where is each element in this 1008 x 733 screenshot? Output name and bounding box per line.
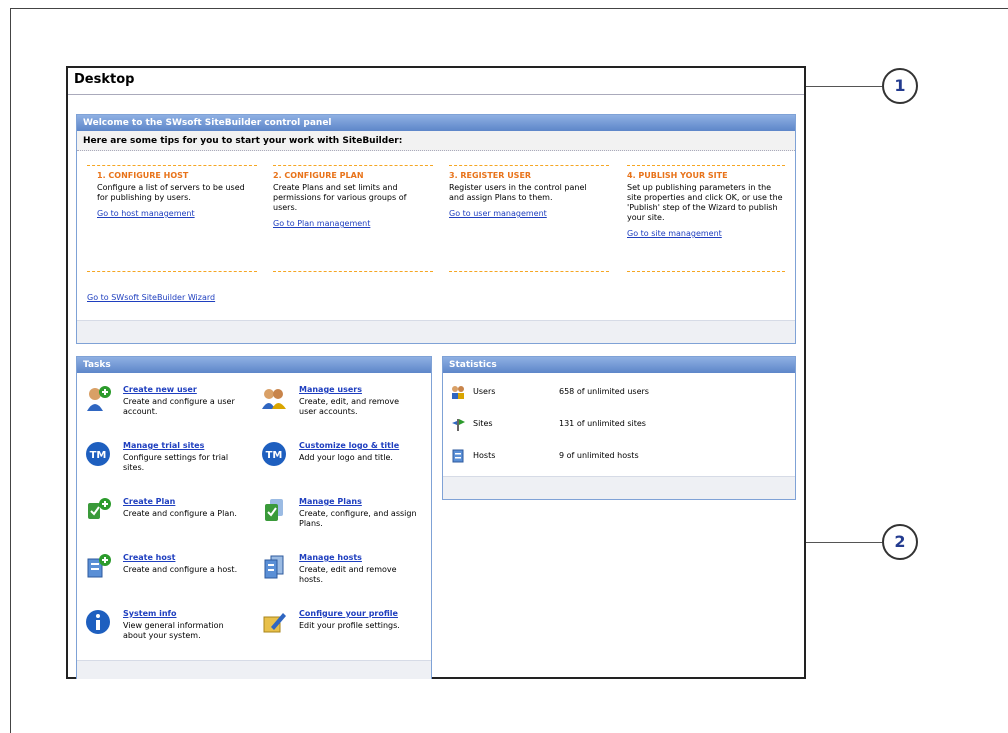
users-icon (452, 386, 464, 399)
task-desc: Add your logo and title. (299, 453, 393, 462)
create-plan-task[interactable]: Create Plan Create and configure a Plan. (85, 497, 255, 543)
welcome-panel-footer (77, 320, 795, 343)
statistics-panel-header: Statistics (443, 357, 795, 373)
tm-icon: TM (262, 442, 286, 466)
callout-1: 1 (882, 68, 918, 104)
desktop-frame: Desktop Welcome to the SWsoft SiteBuilde… (66, 66, 806, 679)
title-divider (68, 94, 804, 95)
stat-label: Sites (473, 419, 493, 428)
host-add-icon (87, 554, 111, 578)
stat-value: 9 of unlimited hosts (559, 451, 639, 460)
create-host-task[interactable]: Create host Create and configure a host. (85, 553, 255, 599)
tip-title: 2. CONFIGURE PLAN (273, 171, 364, 180)
plan-add-icon (88, 498, 111, 519)
svg-text:TM: TM (266, 450, 283, 461)
task-title[interactable]: Create Plan (123, 497, 175, 506)
tasks-panel-header: Tasks (77, 357, 431, 373)
tip-title: 1. CONFIGURE HOST (97, 171, 189, 180)
task-desc: Create and configure a user account. (123, 397, 235, 416)
task-desc: Create, edit, and remove user accounts. (299, 397, 400, 416)
task-desc: Create, configure, and assign Plans. (299, 509, 417, 528)
task-title[interactable]: Create new user (123, 385, 197, 394)
hosts-icon (452, 449, 464, 463)
stat-label: Hosts (473, 451, 496, 460)
task-desc: Edit your profile settings. (299, 621, 400, 630)
task-title[interactable]: Manage trial sites (123, 441, 204, 450)
host-management-link[interactable]: Go to host management (97, 209, 257, 218)
task-desc: View general information about your syst… (123, 621, 224, 640)
stat-row-users: Users 658 of unlimited users (451, 385, 781, 401)
stat-value: 658 of unlimited users (559, 387, 649, 396)
tm-icon: TM (86, 442, 110, 466)
tip-text: Create Plans and set limits and permissi… (273, 183, 407, 212)
tasks-panel-footer (77, 660, 431, 679)
page-title: Desktop (74, 72, 135, 87)
task-desc: Create, edit and remove hosts. (299, 565, 397, 584)
tip-text: Set up publishing parameters in the site… (627, 183, 783, 222)
svg-text:TM: TM (90, 450, 107, 461)
sites-icon (452, 419, 465, 431)
plans-icon (265, 499, 283, 521)
tips-divider-bottom (627, 271, 785, 272)
tips-divider-bottom (449, 271, 609, 272)
tips-subheader: Here are some tips for you to start your… (77, 131, 795, 151)
welcome-panel: Welcome to the SWsoft SiteBuilder contro… (76, 114, 796, 344)
tip-title: 4. PUBLISH YOUR SITE (627, 171, 728, 180)
tasks-panel: Tasks Create new user Create and configu… (76, 356, 432, 679)
callout-2: 2 (882, 524, 918, 560)
manage-trial-sites-task[interactable]: TM Manage trial sites Configure settings… (85, 441, 255, 487)
outer-frame-left (10, 8, 11, 733)
plan-management-link[interactable]: Go to Plan management (273, 219, 433, 228)
user-management-link[interactable]: Go to user management (449, 209, 609, 218)
manage-hosts-task[interactable]: Manage hosts Create, edit and remove hos… (261, 553, 431, 599)
info-icon (86, 610, 110, 634)
tips-divider-bottom (87, 271, 257, 272)
task-title[interactable]: Manage hosts (299, 553, 362, 562)
system-info-task[interactable]: System info View general information abo… (85, 609, 255, 655)
customize-logo-task[interactable]: TM Customize logo & title Add your logo … (261, 441, 431, 487)
tips-divider-bottom (273, 271, 433, 272)
tip-title: 3. REGISTER USER (449, 171, 532, 180)
statistics-panel-footer (443, 476, 795, 499)
tip-step-2: 2. CONFIGURE PLAN Create Plans and set l… (273, 165, 433, 228)
tip-text: Register users in the control panel and … (449, 183, 587, 202)
stat-label: Users (473, 387, 496, 396)
sitebuilder-wizard-link[interactable]: Go to SWsoft SiteBuilder Wizard (87, 293, 215, 302)
stat-row-sites: Sites 131 of unlimited sites (451, 417, 781, 433)
configure-profile-task[interactable]: Configure your profile Edit your profile… (261, 609, 431, 655)
task-desc: Create and configure a host. (123, 565, 238, 574)
task-desc: Configure settings for trial sites. (123, 453, 229, 472)
tip-step-1: 1. CONFIGURE HOST Configure a list of se… (97, 165, 257, 218)
user-add-icon (87, 386, 111, 411)
task-title[interactable]: Manage users (299, 385, 362, 394)
task-desc: Create and configure a Plan. (123, 509, 237, 518)
tip-text: Configure a list of servers to be used f… (97, 183, 245, 202)
task-title[interactable]: Configure your profile (299, 609, 398, 618)
site-management-link[interactable]: Go to site management (627, 229, 787, 238)
stat-value: 131 of unlimited sites (559, 419, 646, 428)
statistics-panel: Statistics Users 658 of unlimited users … (442, 356, 796, 500)
outer-frame-top (10, 8, 1008, 9)
profile-edit-icon (263, 613, 286, 633)
task-title[interactable]: System info (123, 609, 177, 618)
manage-users-task[interactable]: Manage users Create, edit, and remove us… (261, 385, 431, 431)
create-new-user-task[interactable]: Create new user Create and configure a u… (85, 385, 255, 431)
hosts-icon (264, 555, 284, 579)
manage-plans-task[interactable]: Manage Plans Create, configure, and assi… (261, 497, 431, 543)
tip-step-4: 4. PUBLISH YOUR SITE Set up publishing p… (627, 165, 787, 238)
task-title[interactable]: Customize logo & title (299, 441, 399, 450)
task-title[interactable]: Create host (123, 553, 175, 562)
stat-row-hosts: Hosts 9 of unlimited hosts (451, 449, 781, 465)
users-icon (262, 389, 286, 409)
task-title[interactable]: Manage Plans (299, 497, 362, 506)
welcome-panel-header: Welcome to the SWsoft SiteBuilder contro… (77, 115, 795, 131)
tip-step-3: 3. REGISTER USER Register users in the c… (449, 165, 609, 218)
